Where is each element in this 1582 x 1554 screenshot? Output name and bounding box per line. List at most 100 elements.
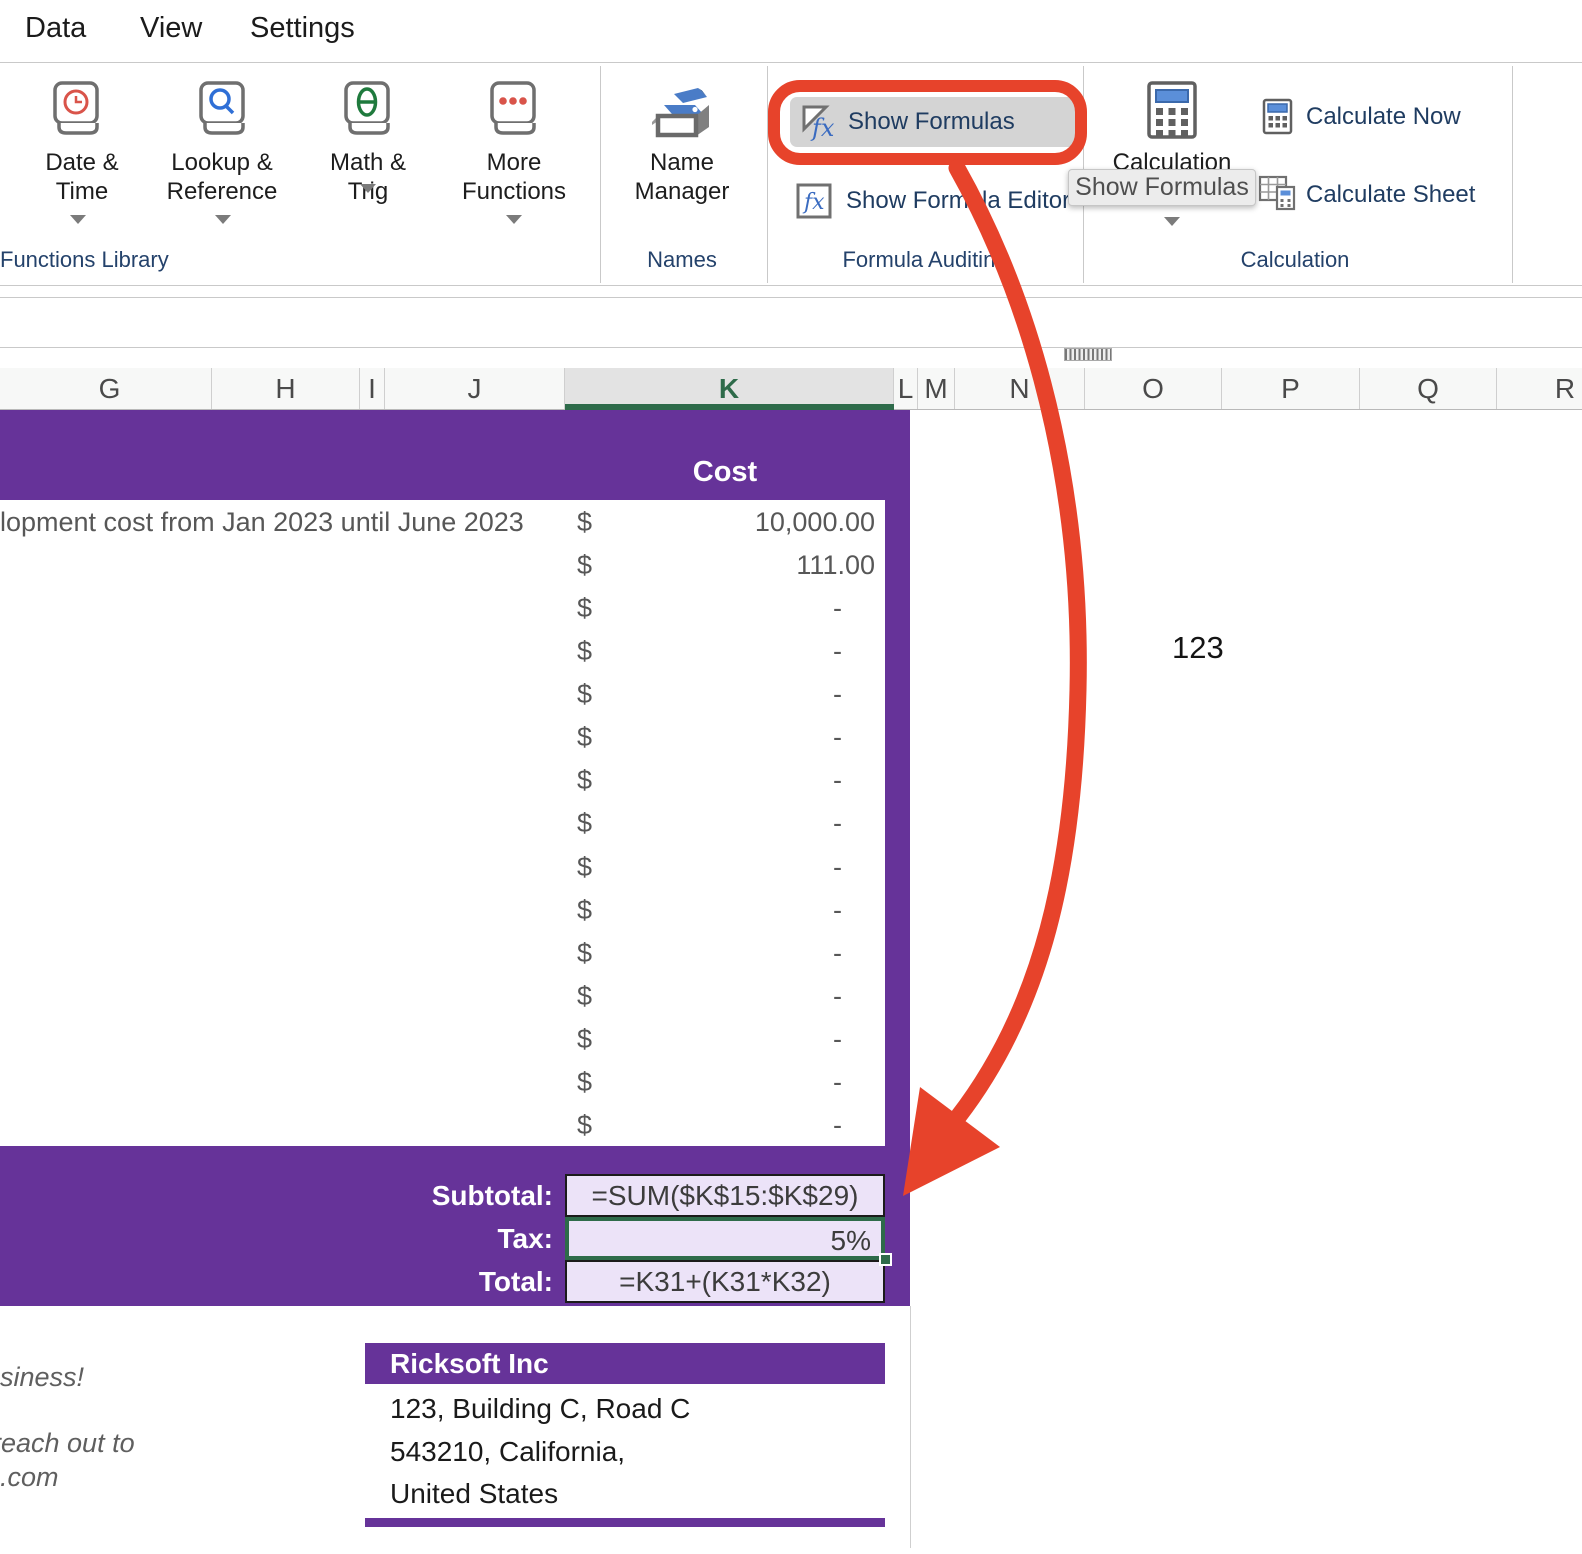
cost-row[interactable]: $- (0, 845, 885, 888)
cost-row[interactable]: $- (0, 586, 885, 629)
column-header-N[interactable]: N (955, 368, 1085, 409)
cost-row[interactable]: $- (0, 801, 885, 844)
menu-divider (0, 62, 1582, 63)
math-trig-label: Math & Trig (308, 148, 428, 206)
name-manager-label: Name Manager (612, 148, 752, 206)
tax-value-cell[interactable]: 5% (565, 1217, 885, 1260)
cost-row[interactable]: $- (0, 1060, 885, 1103)
ribbon-bottom-divider (0, 285, 1582, 286)
cost-row[interactable]: $- (0, 629, 885, 672)
currency-symbol: $ (577, 981, 592, 1012)
total-label: Total: (300, 1260, 553, 1303)
cost-row[interactable]: $- (0, 1103, 885, 1146)
address-line: 543210, California, (390, 1436, 625, 1468)
cost-value: 10,000.00 (755, 507, 875, 538)
column-header-I[interactable]: I (360, 368, 385, 409)
column-gridline (910, 1306, 911, 1548)
spreadsheet-app-window: Data View Settings Date & Time (0, 0, 1582, 1554)
chevron-down-icon (1164, 217, 1180, 226)
calculate-sheet-label: Calculate Sheet (1306, 176, 1475, 214)
column-header-M[interactable]: M (918, 368, 955, 409)
cost-value: - (833, 895, 842, 926)
cost-column-header: Cost (565, 456, 885, 489)
currency-symbol: $ (577, 895, 592, 926)
menu-item-view[interactable]: View (140, 12, 202, 45)
column-header-R[interactable]: R (1497, 368, 1582, 409)
column-header-G[interactable]: G (8, 368, 212, 409)
menu-item-data[interactable]: Data (25, 12, 86, 45)
cost-row[interactable]: $- (0, 715, 885, 758)
subtotal-formula-cell[interactable]: =SUM($K$15:$K$29) (565, 1174, 885, 1217)
cost-row[interactable]: $- (0, 974, 885, 1017)
cost-value: - (833, 1024, 842, 1055)
group-separator (767, 66, 768, 283)
selected-column-underline (565, 404, 894, 410)
cost-value: - (833, 1067, 842, 1098)
tax-label: Tax: (300, 1217, 553, 1260)
chevron-down-icon (70, 215, 86, 224)
footer-left-line: siness! (0, 1362, 84, 1393)
cost-value: - (833, 1110, 842, 1141)
cell-value-123[interactable]: 123 (1172, 630, 1224, 666)
currency-symbol: $ (577, 765, 592, 796)
column-header-P[interactable]: P (1222, 368, 1360, 409)
calculate-now-label: Calculate Now (1306, 98, 1461, 136)
cost-row[interactable]: $- (0, 931, 885, 974)
cost-row[interactable]: lopment cost from Jan 2023 until June 20… (0, 500, 885, 543)
formula-auditing-group-label: Formula Auditing (840, 247, 1010, 273)
currency-symbol: $ (577, 593, 592, 624)
column-header-L[interactable]: L (894, 368, 918, 409)
red-highlight-rectangle (768, 80, 1087, 165)
show-formulas-tooltip: Show Formulas (1068, 169, 1256, 206)
cost-row[interactable]: $- (0, 672, 885, 715)
cost-value: 111.00 (796, 550, 875, 581)
group-separator (600, 66, 601, 283)
selection-fill-handle[interactable] (879, 1253, 892, 1266)
calculate-now-icon (1262, 98, 1294, 136)
date-time-label: Date & Time (27, 148, 137, 206)
footer-left-line: .com (0, 1462, 59, 1493)
cost-value: - (833, 938, 842, 969)
currency-symbol: $ (577, 1110, 592, 1141)
cost-row[interactable]: $111.00 (0, 543, 885, 586)
cost-value: - (833, 852, 842, 883)
currency-symbol: $ (577, 852, 592, 883)
cost-value: - (833, 593, 842, 624)
cost-row[interactable]: $- (0, 888, 885, 931)
more-functions-label: More Functions (459, 148, 569, 206)
currency-symbol: $ (577, 636, 592, 667)
company-footer-bar (365, 1518, 885, 1527)
menu-item-settings[interactable]: Settings (250, 12, 355, 45)
chevron-down-icon (360, 184, 376, 193)
cost-value: - (833, 679, 842, 710)
currency-symbol: $ (577, 1024, 592, 1055)
group-separator (1512, 66, 1513, 283)
address-line: United States (390, 1478, 558, 1510)
chevron-down-icon (506, 215, 522, 224)
subtotal-label: Subtotal: (300, 1174, 553, 1217)
currency-symbol: $ (577, 679, 592, 710)
lookup-reference-label: Lookup & Reference (162, 148, 282, 206)
calculation-group-label: Calculation (1210, 247, 1380, 273)
column-header-J[interactable]: J (385, 368, 565, 409)
calculate-sheet-icon (1258, 175, 1298, 211)
currency-symbol: $ (577, 808, 592, 839)
column-header-O[interactable]: O (1085, 368, 1222, 409)
pane-splitter-handle[interactable] (1064, 348, 1112, 361)
cost-row[interactable]: $- (0, 758, 885, 801)
currency-symbol: $ (577, 507, 592, 538)
column-header-Q[interactable]: Q (1360, 368, 1497, 409)
cost-value: - (833, 722, 842, 753)
cost-rows-area: lopment cost from Jan 2023 until June 20… (0, 500, 885, 1146)
currency-symbol: $ (577, 938, 592, 969)
cost-row[interactable]: $- (0, 1017, 885, 1060)
svg-text:fx: fx (802, 190, 825, 215)
names-group-label: Names (620, 247, 744, 273)
cost-value: - (833, 808, 842, 839)
formula-bar-bottom-divider (0, 347, 1582, 348)
show-formula-editor-label: Show Formula Editor (846, 182, 1070, 220)
total-formula-cell[interactable]: =K31+(K31*K32) (565, 1260, 885, 1303)
column-header-K[interactable]: K (565, 368, 894, 409)
company-name-header: Ricksoft Inc (365, 1343, 885, 1384)
column-header-H[interactable]: H (212, 368, 360, 409)
